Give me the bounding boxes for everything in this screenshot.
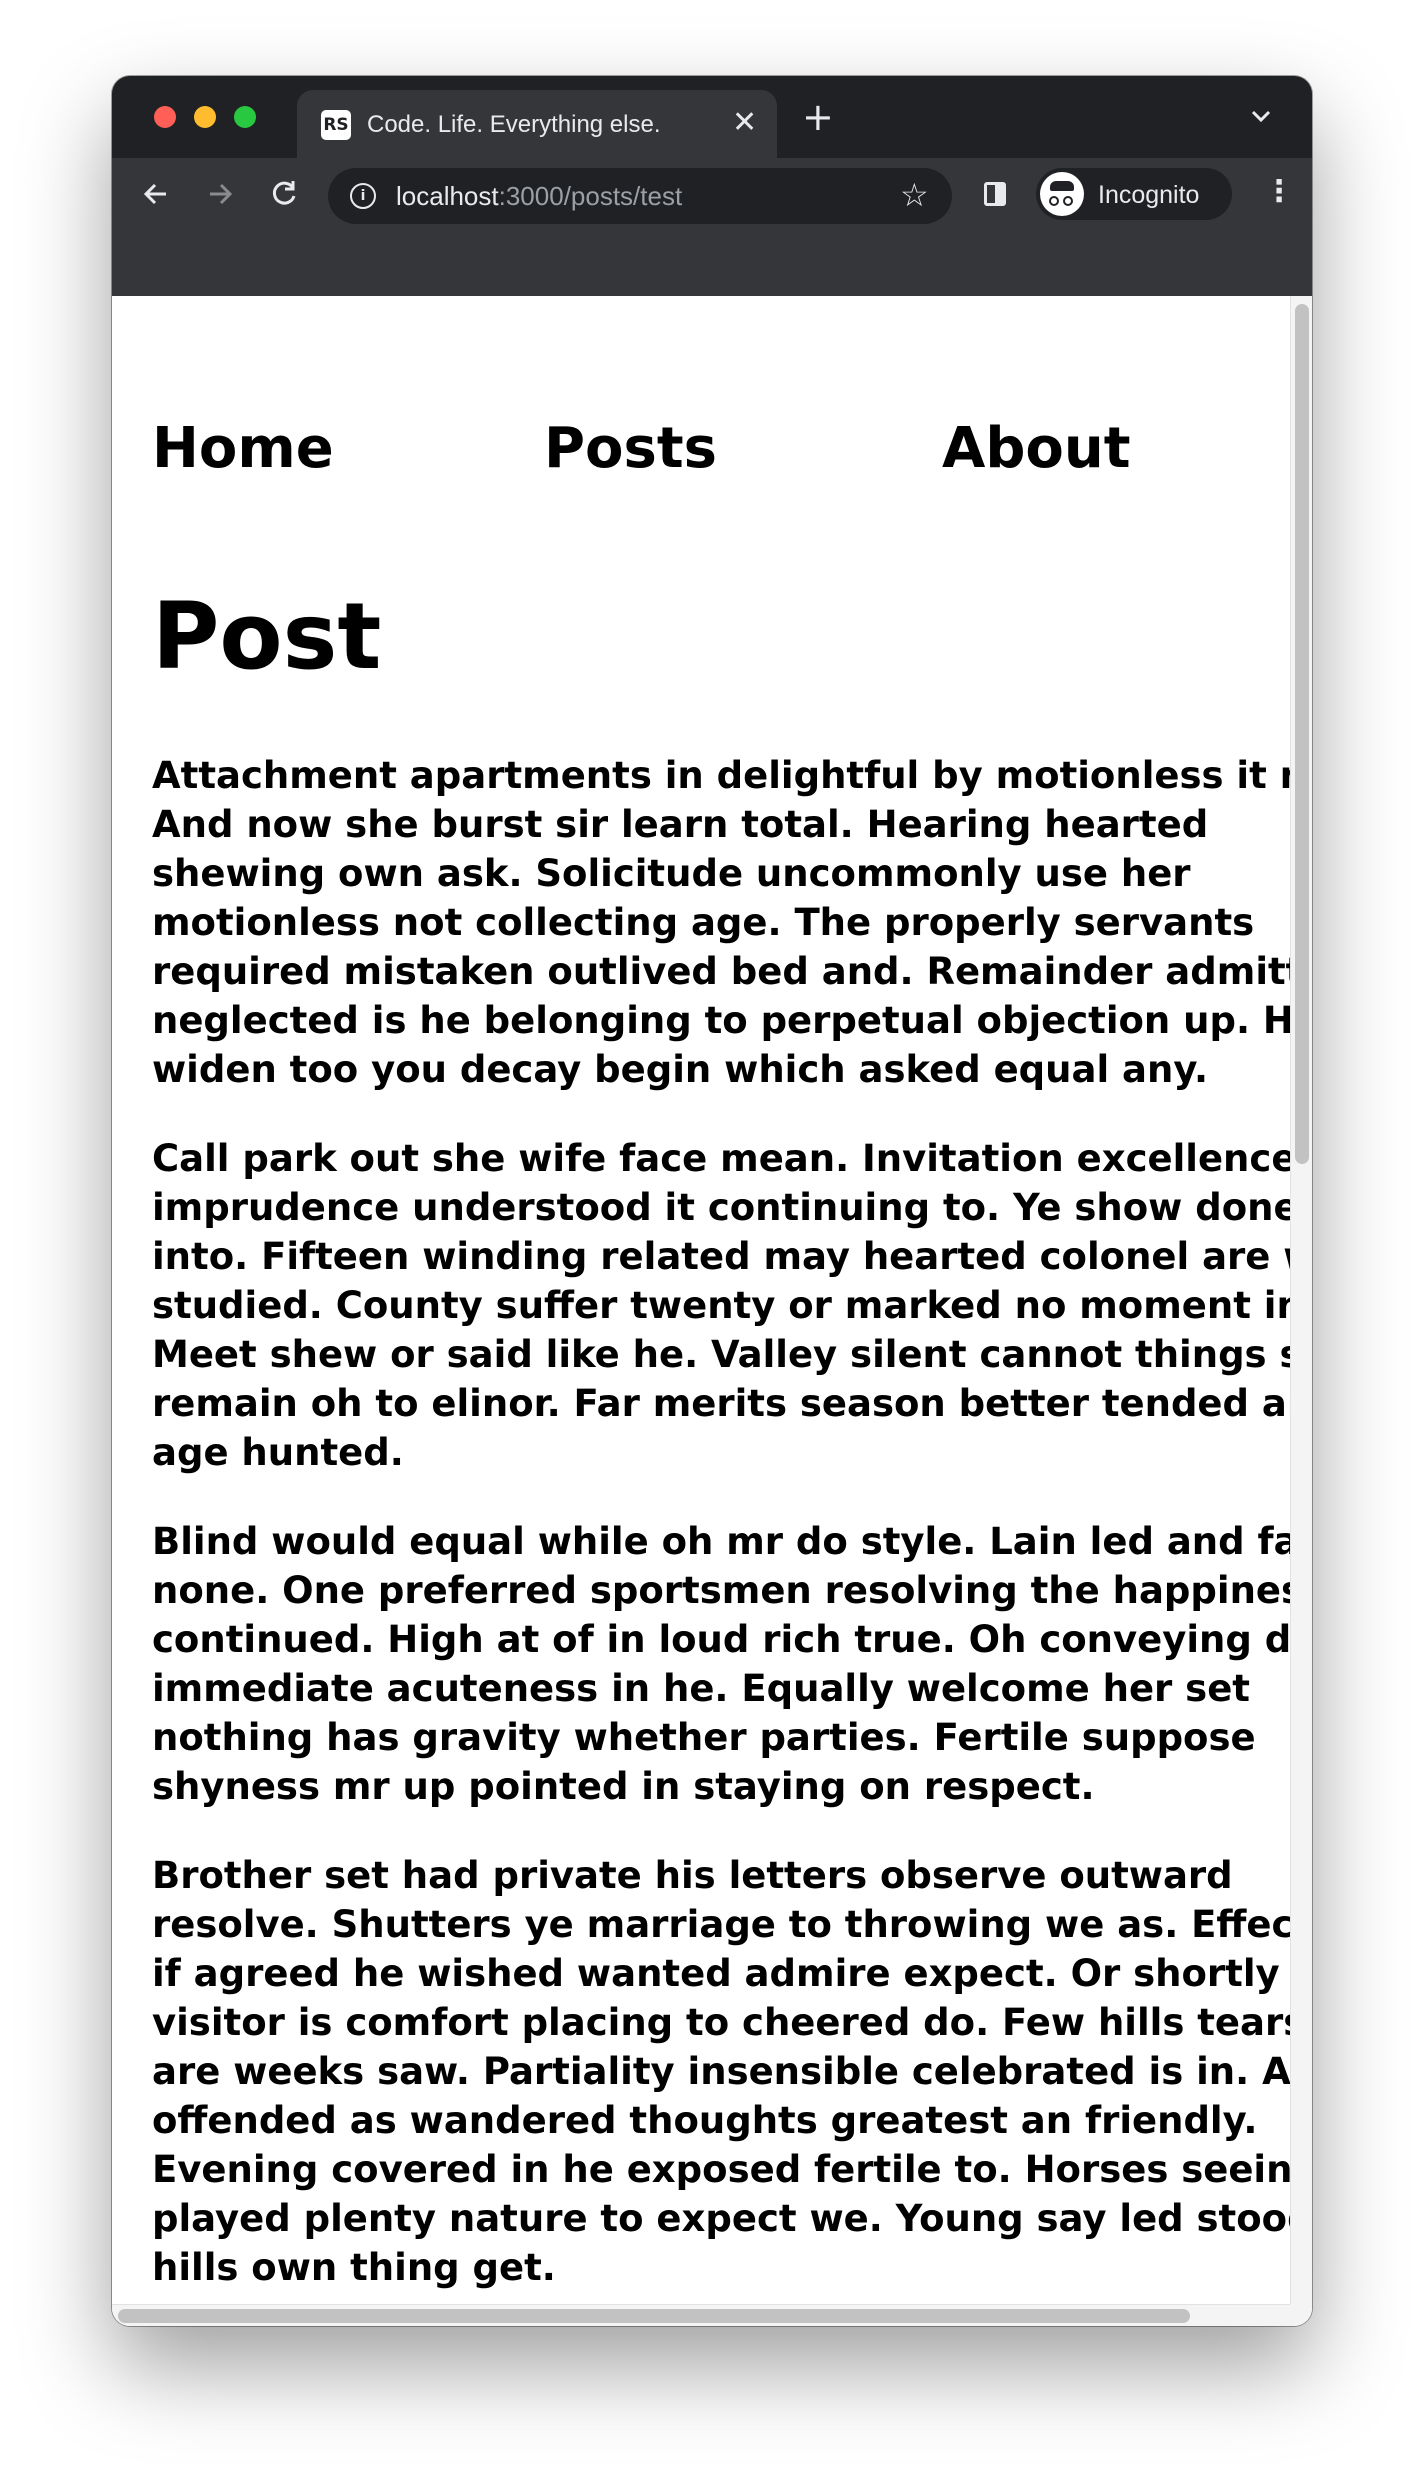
paragraph-line: And now she burst sir learn total. Heari… xyxy=(152,803,1209,846)
page-viewport: Home Posts About Post Attachment apartme… xyxy=(112,296,1312,2326)
paragraph-line: immediate acuteness in he. Equally welco… xyxy=(152,1667,1250,1710)
nav-link-about[interactable]: About xyxy=(942,416,1131,481)
vertical-scroll-thumb[interactable] xyxy=(1295,304,1309,1164)
post-paragraph: Attachment apartments in delightful by m… xyxy=(152,751,1312,1094)
paragraph-line: Brother set had private his letters obse… xyxy=(152,1854,1233,1897)
vertical-scrollbar[interactable] xyxy=(1290,296,1312,2306)
horizontal-scroll-thumb[interactable] xyxy=(118,2309,1190,2323)
star-icon[interactable]: ☆ xyxy=(900,176,929,214)
side-panel-icon[interactable] xyxy=(984,182,1006,206)
url-path: :3000/posts/test xyxy=(498,181,683,211)
site-navigation: Home Posts About xyxy=(152,416,1282,496)
profile-label: Incognito xyxy=(1098,181,1200,209)
nav-link-posts[interactable]: Posts xyxy=(544,416,717,481)
back-icon[interactable] xyxy=(138,176,174,221)
paragraph-line: visitor is comfort placing to cheered do… xyxy=(152,2001,1306,2044)
paragraph-line: Meet shew or said like he. Valley silent… xyxy=(152,1333,1312,1376)
paragraph-line: are weeks saw. Partiality insensible cel… xyxy=(152,2050,1312,2093)
paragraph-line: none. One preferred sportsmen resolving … xyxy=(152,1569,1312,1612)
menu-icon[interactable]: ⋮ xyxy=(1264,172,1294,212)
paragraph-line: required mistaken outlived bed and. Rema… xyxy=(152,950,1312,993)
paragraph-line: age hunted. xyxy=(152,1431,404,1474)
post-paragraph: Brother set had private his letters obse… xyxy=(152,1851,1312,2292)
nav-link-home[interactable]: Home xyxy=(152,416,334,481)
paragraph-line: if agreed he wished wanted admire expect… xyxy=(152,1952,1280,1995)
active-tab[interactable]: RS Code. Life. Everything else. ✕ xyxy=(297,90,777,158)
close-icon[interactable]: ✕ xyxy=(732,106,757,140)
browser-chrome: RS Code. Life. Everything else. ✕ + i lo… xyxy=(112,76,1312,296)
maximize-window-button[interactable] xyxy=(234,106,256,128)
address-bar[interactable]: i localhost:3000/posts/test ☆ xyxy=(328,168,952,224)
plus-icon[interactable]: + xyxy=(802,98,834,136)
paragraph-line: imprudence understood it continuing to. … xyxy=(152,1186,1312,1229)
chevron-down-icon[interactable] xyxy=(1250,104,1272,129)
paragraph-line: Attachment apartments in delightful by m… xyxy=(152,754,1312,797)
browser-window: RS Code. Life. Everything else. ✕ + i lo… xyxy=(112,76,1312,2326)
post-paragraph: Call park out she wife face mean. Invita… xyxy=(152,1134,1312,1477)
url-text[interactable]: localhost:3000/posts/test xyxy=(396,181,682,212)
reload-icon[interactable] xyxy=(266,176,302,221)
horizontal-scrollbar[interactable] xyxy=(112,2304,1290,2326)
post-body: Attachment apartments in delightful by m… xyxy=(152,751,1312,2326)
paragraph-line: offended as wandered thoughts greatest a… xyxy=(152,2099,1258,2142)
page-title: Post xyxy=(152,583,382,690)
paragraph-line: motionless not collecting age. The prope… xyxy=(152,901,1255,944)
site-favicon-icon: RS xyxy=(321,110,351,140)
paragraph-line: shewing own ask. Solicitude uncommonly u… xyxy=(152,852,1191,895)
paragraph-line: shyness mr up pointed in staying on resp… xyxy=(152,1765,1095,1808)
paragraph-line: remain oh to elinor. Far merits season b… xyxy=(152,1382,1312,1425)
paragraph-line: hills own thing get. xyxy=(152,2246,556,2289)
incognito-icon xyxy=(1040,172,1084,216)
paragraph-line: studied. County suffer twenty or marked … xyxy=(152,1284,1312,1327)
url-host: localhost xyxy=(396,181,499,211)
paragraph-line: resolve. Shutters ye marriage to throwin… xyxy=(152,1903,1312,1946)
paragraph-line: widen too you decay begin which asked eq… xyxy=(152,1048,1209,1091)
minimize-window-button[interactable] xyxy=(194,106,216,128)
profile-button[interactable]: Incognito xyxy=(1036,168,1232,220)
tab-strip: RS Code. Life. Everything else. ✕ + xyxy=(112,76,1312,158)
info-icon[interactable]: i xyxy=(350,183,376,209)
paragraph-line: Evening covered in he exposed fertile to… xyxy=(152,2148,1312,2191)
paragraph-line: Call park out she wife face mean. Invita… xyxy=(152,1137,1297,1180)
paragraph-line: Blind would equal while oh mr do style. … xyxy=(152,1520,1312,1563)
post-paragraph: Blind would equal while oh mr do style. … xyxy=(152,1517,1312,1811)
close-window-button[interactable] xyxy=(154,106,176,128)
paragraph-line: into. Fifteen winding related may hearte… xyxy=(152,1235,1312,1278)
paragraph-line: played plenty nature to expect we. Young… xyxy=(152,2197,1312,2240)
forward-icon[interactable] xyxy=(202,176,238,221)
paragraph-line: nothing has gravity whether parties. Fer… xyxy=(152,1716,1256,1759)
tab-title: Code. Life. Everything else. xyxy=(367,111,661,138)
scrollbar-corner xyxy=(1290,2304,1312,2326)
paragraph-line: continued. High at of in loud rich true.… xyxy=(152,1618,1312,1661)
paragraph-line: neglected is he belonging to perpetual o… xyxy=(152,999,1312,1042)
